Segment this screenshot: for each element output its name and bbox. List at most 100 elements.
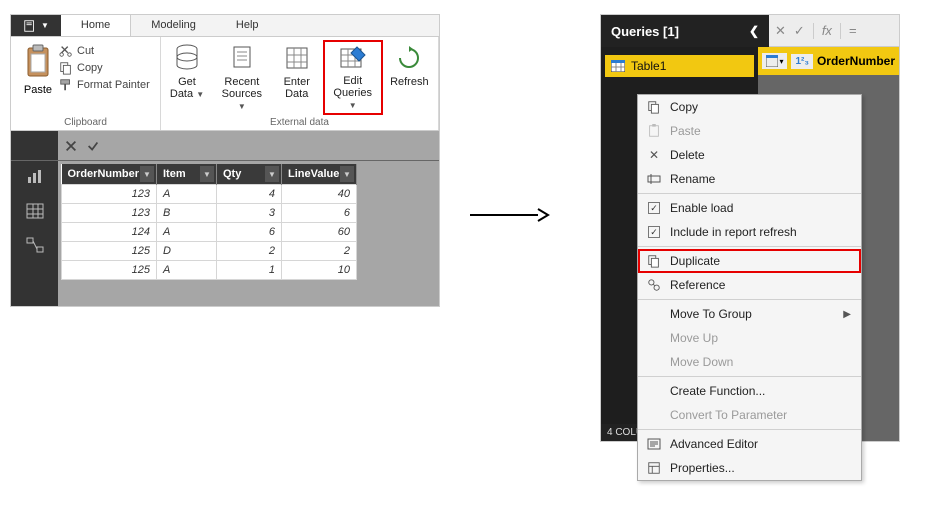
ctx-copy[interactable]: Copy [638,95,861,119]
table-row[interactable]: 125D22 [62,242,357,261]
submenu-arrow-icon: ▶ [843,309,851,320]
file-menu[interactable]: ▼ [11,15,61,36]
paste-label: Paste [24,84,52,96]
refresh-button[interactable]: Refresh [387,40,432,115]
get-data-button[interactable]: Get Data ▼ [165,40,209,115]
copy-icon [59,61,73,75]
view-rail [11,161,58,306]
format-painter-button[interactable]: Format Painter [59,78,150,92]
ctx-enable-load[interactable]: ✓ Enable load [638,196,861,220]
report-view-icon[interactable] [26,169,44,185]
ctx-duplicate-label: Duplicate [670,254,720,268]
table-row[interactable]: 125A110 [62,261,357,280]
table-row[interactable]: 123B36 [62,204,357,223]
ctx-rename[interactable]: Rename [638,167,861,191]
equals-label: = [849,23,857,38]
formula-bar[interactable] [58,131,439,160]
brush-icon [59,78,73,92]
table-row[interactable]: 123A440 [62,185,357,204]
fx-label: fx [822,23,832,38]
refresh-icon [394,42,424,74]
copy-label: Copy [77,62,103,74]
ctx-move-up-label: Move Up [670,331,718,345]
copy-button[interactable]: Copy [59,61,150,75]
arrow-icon [470,205,550,225]
datatype-icon[interactable]: 1²₃ [791,54,813,69]
ctx-props-label: Properties... [670,461,735,475]
cut-button[interactable]: Cut [59,44,150,58]
grid-area: OrderNumber▼ Item▼ Qty▼ LineValue▼ 123A4… [11,161,439,306]
col-header-ordernumber[interactable]: OrderNumber▼ [62,164,157,185]
cancel-icon[interactable]: ✕ [775,23,786,39]
refresh-label: Refresh [390,76,429,88]
ribbon-tabs: Home Modeling Help [61,15,279,36]
formula-bar-right[interactable]: ✕ ✓ fx = [769,15,899,47]
format-painter-label: Format Painter [77,79,150,91]
ribbon: Paste Cut Copy Format Painter Clipboard [11,37,439,131]
ctx-adv-label: Advanced Editor [670,437,758,451]
formula-bar-row [11,131,439,161]
model-view-icon[interactable] [26,237,44,253]
checkbox-checked-icon: ✓ [648,226,660,238]
clipboard-group: Paste Cut Copy Format Painter Clipboard [11,37,161,130]
col-header-item[interactable]: Item▼ [157,164,217,185]
queries-panel-header[interactable]: Queries [1] ❮ [601,15,769,47]
ctx-convert-label: Convert To Parameter [670,408,787,422]
row-header-icon[interactable]: ▾ [762,53,787,69]
close-icon[interactable] [64,139,78,153]
enter-data-label: Enter Data [284,76,310,100]
clipboard-group-label: Clipboard [11,117,160,128]
col-header-linevalue[interactable]: LineValue▼ [282,164,357,185]
commit-icon[interactable]: ✓ [794,23,805,39]
clipboard-icon [23,42,53,82]
ctx-reference[interactable]: Reference [638,273,861,297]
edit-queries-label: Edit Queries ▼ [329,75,377,111]
ctx-delete-label: Delete [670,148,705,162]
rename-icon [646,171,662,187]
external-data-group: Get Data ▼ Recent Sources ▼ Enter Data E… [161,37,439,130]
get-data-label: Get Data ▼ [170,76,204,100]
ctx-move-up: Move Up [638,326,861,350]
column-name: OrderNumber [817,54,895,68]
ctx-create-fn-label: Create Function... [670,384,765,398]
data-view-icon[interactable] [26,203,44,219]
tab-help[interactable]: Help [216,15,279,36]
tab-modeling[interactable]: Modeling [131,15,216,36]
ctx-advanced-editor[interactable]: Advanced Editor [638,432,861,456]
collapse-icon[interactable]: ❮ [749,24,759,38]
database-icon [172,42,202,74]
ctx-rename-label: Rename [670,172,715,186]
reference-icon [646,277,662,293]
edit-queries-button[interactable]: Edit Queries ▼ [323,40,383,115]
recent-sources-button[interactable]: Recent Sources ▼ [213,40,271,115]
paste-button[interactable]: Paste [17,40,59,98]
ctx-paste: Paste [638,119,861,143]
ctx-duplicate[interactable]: Duplicate [638,249,861,273]
recent-icon [227,42,257,74]
clipboard-icon [646,123,662,139]
ctx-create-function[interactable]: Create Function... [638,379,861,403]
ctx-delete[interactable]: ✕ Delete [638,143,861,167]
edit-queries-icon [338,44,368,73]
column-header[interactable]: ▾ 1²₃ OrderNumber [758,47,899,75]
ctx-paste-label: Paste [670,124,701,138]
enter-data-button[interactable]: Enter Data [275,40,319,115]
query-editor-top: Queries [1] ❮ ✕ ✓ fx = [601,15,899,47]
delete-icon: ✕ [646,147,662,163]
tab-home[interactable]: Home [61,15,131,36]
query-item-table1[interactable]: Table1 [605,55,754,77]
col-header-qty[interactable]: Qty▼ [217,164,282,185]
ctx-enable-label: Enable load [670,201,733,215]
ctx-move-to-group[interactable]: Move To Group ▶ [638,302,861,326]
table-row[interactable]: 124A660 [62,223,357,242]
ctx-copy-label: Copy [670,100,698,114]
check-icon[interactable] [86,139,100,153]
external-data-group-label: External data [161,117,438,128]
ctx-move-down: Move Down [638,350,861,374]
powerbi-desktop-window: ▼ Home Modeling Help Paste Cut [10,14,440,307]
ctx-include-refresh[interactable]: ✓ Include in report refresh [638,220,861,244]
ctx-properties[interactable]: Properties... [638,456,861,480]
copy-icon [646,99,662,115]
data-table[interactable]: OrderNumber▼ Item▼ Qty▼ LineValue▼ 123A4… [61,164,357,280]
cut-label: Cut [77,45,94,57]
